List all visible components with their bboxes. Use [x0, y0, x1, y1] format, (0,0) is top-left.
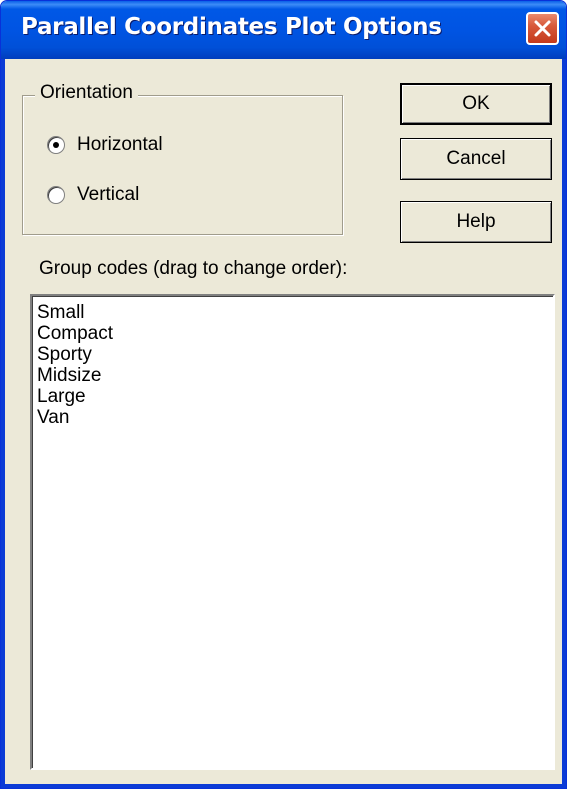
cancel-button[interactable]: Cancel: [400, 138, 552, 180]
radio-horizontal-label: Horizontal: [77, 134, 163, 155]
list-item[interactable]: Large: [37, 386, 113, 407]
close-icon: [534, 20, 551, 37]
orientation-legend: Orientation: [35, 82, 138, 104]
list-item[interactable]: Van: [37, 407, 113, 428]
list-item[interactable]: Sporty: [37, 344, 113, 365]
window-title: Parallel Coordinates Plot Options: [21, 14, 442, 40]
ok-button[interactable]: OK: [400, 83, 552, 125]
list-item[interactable]: Small: [37, 302, 113, 323]
group-codes-label: Group codes (drag to change order):: [39, 258, 348, 279]
orientation-groupbox: [22, 95, 343, 235]
window-border-left: [1, 59, 5, 788]
radio-button-vertical[interactable]: [47, 186, 65, 204]
window-border-bottom: [1, 784, 566, 788]
title-bar[interactable]: Parallel Coordinates Plot Options: [1, 1, 566, 59]
radio-vertical-label: Vertical: [77, 184, 140, 205]
help-button[interactable]: Help: [400, 201, 552, 243]
window-border-right: [562, 59, 566, 788]
close-button[interactable]: [526, 12, 559, 45]
radio-vertical[interactable]: Vertical: [47, 181, 139, 209]
radio-button-horizontal[interactable]: [47, 136, 65, 154]
dialog-window: Parallel Coordinates Plot Options Orient…: [0, 0, 567, 789]
radio-horizontal[interactable]: Horizontal: [47, 131, 163, 159]
group-codes-listbox[interactable]: Small Compact Sporty Midsize Large Van: [30, 294, 555, 770]
list-item[interactable]: Compact: [37, 323, 113, 344]
list-item[interactable]: Midsize: [37, 365, 113, 386]
